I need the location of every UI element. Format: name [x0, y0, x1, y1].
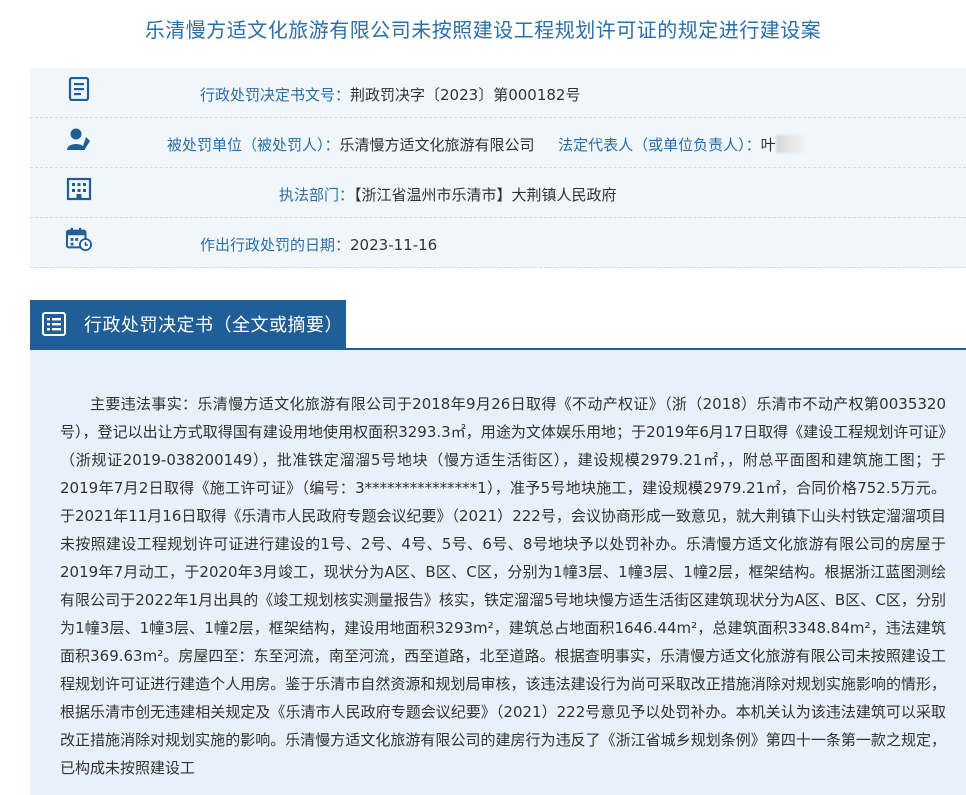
info-row-enforcement-department: 执法部门：【浙江省温州市乐清市】大荆镇人民政府 — [30, 168, 966, 218]
page-title: 乐清慢方适文化旅游有限公司未按照建设工程规划许可证的规定进行建设案 — [144, 18, 822, 42]
document-icon — [66, 76, 92, 102]
person-icon — [66, 126, 92, 152]
building-icon — [66, 176, 92, 202]
tab-label: 行政处罚决定书（全文或摘要） — [84, 315, 343, 336]
info-row-penalized-party: 被处罚单位（被处罚人）：乐清慢方适文化旅游有限公司 法定代表人（或单位负责人）：… — [30, 118, 966, 168]
section-tab-bar: 行政处罚决定书（全文或摘要） — [30, 300, 966, 350]
calendar-icon — [66, 226, 92, 252]
tab-decision-document[interactable]: 行政处罚决定书（全文或摘要） — [30, 300, 346, 348]
info-penalty-date: 作出行政处罚的日期：2023-11-16 — [200, 236, 438, 254]
decision-text: 主要违法事实：乐清慢方适文化旅游有限公司于2018年9月26日取得《不动产权证》… — [60, 395, 946, 777]
doc-list-icon — [40, 310, 68, 338]
info-row-penalty-date: 作出行政处罚的日期：2023-11-16 — [30, 218, 966, 268]
info-penalized-party: 被处罚单位（被处罚人）：乐清慢方适文化旅游有限公司 法定代表人（或单位负责人）：… — [167, 134, 812, 155]
redacted-name — [775, 135, 812, 153]
info-panel: 行政处罚决定书文号：荆政罚决字〔2023〕第000182号 被处罚单位（被处罚人… — [30, 68, 966, 268]
info-document-number: 行政处罚决定书文号：荆政罚决字〔2023〕第000182号 — [200, 86, 581, 104]
info-row-document-number: 行政处罚决定书文号：荆政罚决字〔2023〕第000182号 — [30, 68, 966, 118]
decision-content: 主要违法事实：乐清慢方适文化旅游有限公司于2018年9月26日取得《不动产权证》… — [30, 350, 966, 795]
info-enforcement-department: 执法部门：【浙江省温州市乐清市】大荆镇人民政府 — [279, 186, 617, 204]
